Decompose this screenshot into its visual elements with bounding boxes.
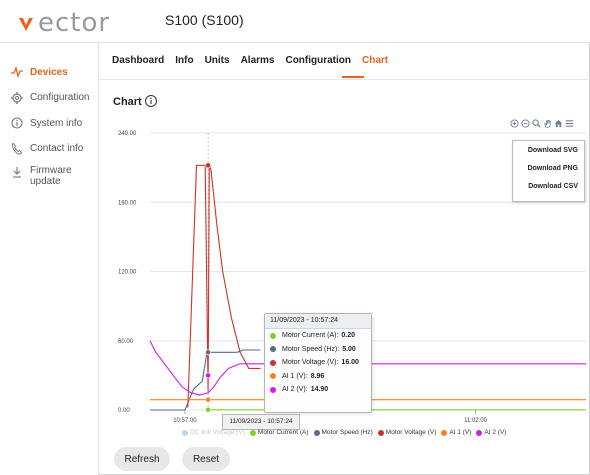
x-tick-label: 10:57:00	[173, 418, 197, 424]
legend-label: Motor Speed (Hz)	[321, 429, 373, 436]
download-menu: Download SVG Download PNG Download CSV	[512, 140, 585, 202]
y-axis-ticks: 240.00 180.00 120.00 60.00 0.00	[118, 131, 137, 414]
legend-item-motor-voltage[interactable]: Motor Voltage (V)	[377, 429, 437, 436]
sidebar-item-label: Configuration	[30, 92, 90, 103]
info-icon[interactable]	[144, 94, 158, 108]
legend-dot-icon	[377, 429, 384, 436]
tooltip-row-label: AI 2 (V):	[282, 386, 308, 394]
tooltip-row: AI 2 (V): 14.90	[265, 383, 371, 397]
tab-units[interactable]: Units	[205, 55, 230, 72]
tooltip-row: AI 1 (V): 8.96	[265, 370, 371, 384]
legend-item-dc-link-voltage[interactable]: DC link Voltage (V)	[182, 429, 245, 436]
sidebar-item-devices[interactable]: Devices	[10, 65, 68, 79]
y-tick-label: 60.00	[118, 339, 134, 345]
x-crosshair-label: 11/09/2023 - 10:57:24	[222, 414, 300, 430]
pulse-icon	[11, 65, 23, 79]
cursor-marker	[205, 372, 212, 379]
y-tick-label: 180.00	[118, 200, 137, 206]
series-dot-icon	[270, 332, 276, 339]
legend-dot-icon	[476, 429, 483, 436]
tooltip-row-value: 0.20	[341, 332, 356, 340]
tab-configuration[interactable]: Configuration	[285, 55, 351, 72]
sidebar-item-label: System info	[30, 118, 83, 129]
series-dot-icon	[270, 386, 276, 393]
logo-v-mark	[19, 18, 33, 31]
legend-label: AI 1 (V)	[449, 429, 472, 436]
chart-tooltip: 11/09/2023 - 10:57:24 Motor Current (A):…	[264, 313, 372, 413]
device-title: S100 (S100)	[165, 12, 244, 28]
series-dot-icon	[270, 346, 276, 353]
tooltip-row-value: 8.96	[310, 372, 325, 380]
tooltip-row: Motor Speed (Hz): 5.00	[265, 343, 371, 357]
cursor-marker	[205, 162, 212, 169]
logo-text: ector	[38, 8, 111, 38]
firmware-label-line2: update	[30, 176, 61, 187]
sidebar-item-contact-info[interactable]: Contact info	[10, 142, 83, 156]
sidebar: Devices Configuration System info Contac…	[0, 43, 99, 475]
tooltip-row-value: 14.90	[310, 386, 329, 394]
firmware-label-line1: Firmware	[30, 165, 72, 176]
legend-label: DC link Voltage (V)	[190, 429, 245, 436]
download-icon	[13, 167, 21, 178]
cursor-marker	[205, 396, 212, 403]
tooltip-row-label: Motor Voltage (V):	[282, 359, 339, 367]
series-dot-icon	[270, 373, 276, 380]
download-png-item[interactable]: Download PNG	[513, 161, 584, 177]
reset-button[interactable]: Reset	[182, 447, 230, 471]
tooltip-row-value: 5.00	[342, 345, 356, 353]
sidebar-item-label: Firmware update	[30, 165, 72, 187]
series-line-motor-voltage-v[interactable]	[187, 164, 261, 408]
legend-dot-icon	[313, 429, 320, 436]
cursor-marker	[205, 349, 212, 356]
download-svg-item[interactable]: Download SVG	[513, 143, 584, 159]
y-tick-label: 240.00	[118, 131, 137, 137]
cursor-marker	[205, 406, 212, 413]
sidebar-item-label: Contact info	[30, 143, 84, 154]
y-tick-label: 120.00	[118, 270, 137, 276]
tooltip-row: Motor Voltage (V): 16.00	[265, 356, 371, 370]
legend-dot-icon	[182, 429, 188, 436]
refresh-button[interactable]: Refresh	[114, 447, 170, 471]
tooltip-row-label: Motor Speed (Hz):	[282, 345, 340, 353]
top-header: ector S100 (S100)	[0, 0, 590, 43]
y-tick-label: 0.00	[118, 408, 130, 414]
download-csv-item[interactable]: Download CSV	[513, 179, 584, 195]
phone-icon	[11, 143, 23, 155]
legend-dot-icon	[441, 429, 448, 436]
tab-alarms[interactable]: Alarms	[241, 55, 275, 72]
legend-item-ai2[interactable]: AI 2 (V)	[476, 429, 506, 436]
sidebar-item-configuration[interactable]: Configuration	[10, 91, 89, 105]
tooltip-row-value: 16.00	[341, 359, 359, 367]
tab-info[interactable]: Info	[175, 55, 193, 72]
tab-dashboard[interactable]: Dashboard	[112, 55, 164, 72]
tooltip-title: 11/09/2023 - 10:57:24	[265, 314, 371, 329]
sidebar-item-firmware-update[interactable]: Firmware update	[10, 165, 72, 187]
tabs-divider	[98, 79, 590, 80]
tooltip-row-label: AI 1 (V):	[282, 372, 308, 380]
tooltip-row-label: Motor Current (A):	[282, 332, 339, 340]
legend-dot-icon	[249, 429, 256, 436]
legend-label: AI 2 (V)	[484, 429, 507, 436]
legend-item-motor-speed[interactable]: Motor Speed (Hz)	[313, 429, 373, 436]
legend-label: Motor Current (A)	[257, 429, 309, 436]
series-dot-icon	[270, 359, 276, 366]
active-tab-indicator	[342, 76, 364, 78]
info-circle-icon	[11, 117, 23, 129]
chart-legend: DC link Voltage (V) Motor Current (A) Mo…	[182, 429, 506, 436]
sidebar-item-system-info[interactable]: System info	[10, 117, 82, 131]
legend-item-motor-current[interactable]: Motor Current (A)	[249, 429, 309, 436]
gear-icon	[11, 92, 23, 104]
tooltip-row: Motor Current (A): 0.20	[265, 329, 371, 343]
legend-label: Motor Voltage (V)	[385, 429, 437, 436]
tab-chart[interactable]: Chart	[362, 55, 388, 72]
legend-item-ai1[interactable]: AI 1 (V)	[441, 429, 471, 436]
x-tick-label: 11:02:00	[464, 418, 488, 424]
chart-heading: Chart	[113, 96, 142, 108]
sidebar-item-label: Devices	[30, 67, 68, 78]
tab-bar: Dashboard Info Units Alarms Configuratio…	[112, 55, 399, 72]
vector-logo[interactable]: ector	[12, 6, 112, 38]
